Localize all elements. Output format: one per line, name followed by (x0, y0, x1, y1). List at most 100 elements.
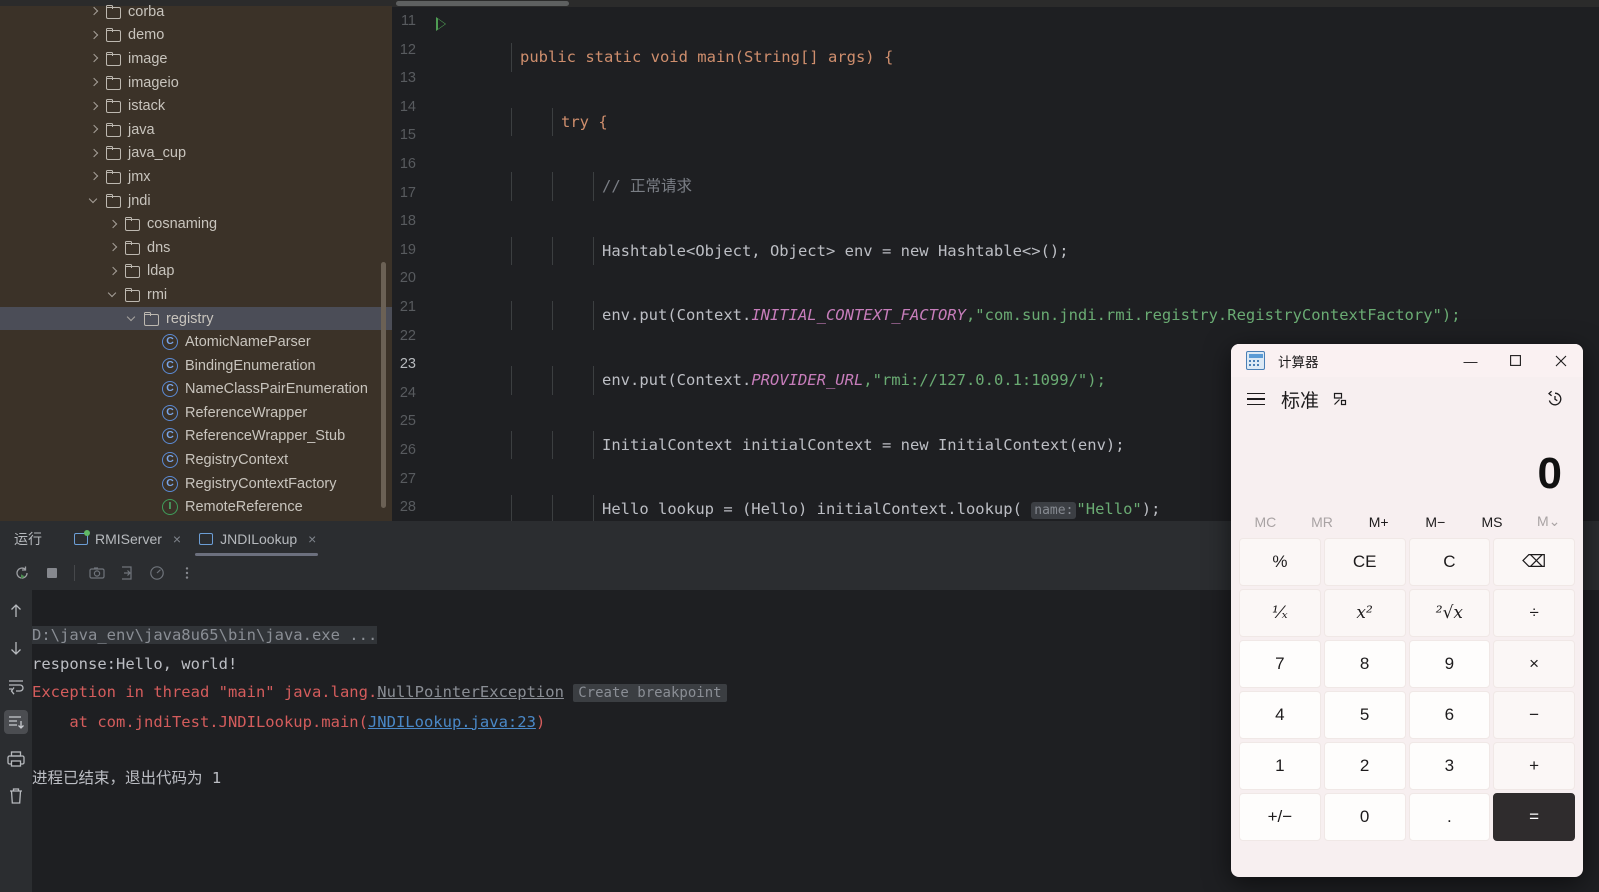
calculator-titlebar[interactable]: 计算器 — (1231, 344, 1583, 377)
tree-item-imageio[interactable]: imageio (0, 71, 392, 95)
console-side-toolbar[interactable] (0, 590, 32, 892)
chevron-right-icon[interactable] (88, 76, 101, 89)
run-gutter-icon[interactable] (436, 17, 446, 31)
calc-key-add[interactable]: + (1493, 742, 1575, 790)
calc-key-subtract[interactable]: − (1493, 691, 1575, 739)
run-tab-rmiserver[interactable]: RMIServer × (64, 521, 189, 556)
tree-item-bindingenumeration[interactable]: C BindingEnumeration (0, 354, 392, 378)
chevron-down-icon[interactable] (88, 194, 101, 207)
tree-item-referencewrapper_stub[interactable]: C ReferenceWrapper_Stub (0, 425, 392, 449)
calc-key-backspace[interactable]: ⌫ (1493, 538, 1575, 586)
memory-button-row[interactable]: MC MR M+ M− MS M⌄ (1231, 505, 1583, 538)
profiler-icon[interactable] (149, 565, 165, 581)
scroll-up-icon[interactable] (4, 599, 28, 623)
calc-key-square[interactable]: x² (1323, 589, 1406, 637)
tree-item-nameclasspairenumeration[interactable]: C NameClassPairEnumeration (0, 378, 392, 402)
chevron-right-icon[interactable] (107, 218, 120, 231)
chevron-right-icon[interactable] (107, 265, 120, 278)
calc-key-digit-1[interactable]: 1 (1239, 742, 1321, 790)
calc-key-multiply[interactable]: × (1493, 640, 1575, 688)
tree-item-dns[interactable]: dns (0, 236, 392, 260)
tree-item-istack[interactable]: istack (0, 94, 392, 118)
calc-key-digit-8[interactable]: 8 (1323, 640, 1406, 688)
hamburger-icon[interactable] (1247, 392, 1265, 406)
more-options-icon[interactable] (179, 565, 195, 581)
calc-key-clear-entry[interactable]: CE (1323, 538, 1406, 586)
scroll-to-end-icon[interactable] (4, 710, 28, 734)
tree-item-jndi[interactable]: jndi (0, 189, 392, 213)
maximize-button[interactable] (1493, 344, 1538, 377)
code-line-15[interactable]: env.put(Context.INITIAL_CONTEXT_FACTORY,… (448, 301, 1599, 330)
tree-item-registrycontext[interactable]: C RegistryContext (0, 448, 392, 472)
calc-key-equals[interactable]: = (1493, 793, 1575, 841)
code-line-11[interactable]: public static void main(String[] args) { (448, 43, 1599, 72)
chevron-down-icon[interactable] (107, 288, 120, 301)
tree-item-atomicnameparser[interactable]: C AtomicNameParser (0, 330, 392, 354)
calc-key-digit-4[interactable]: 4 (1239, 691, 1321, 739)
close-tab-icon[interactable]: × (173, 531, 181, 547)
editor-gutter[interactable]: 11 12 13 14 15 16 17 18 19 20 21 22 23 24 25 26 27 28 (392, 7, 448, 521)
close-tab-icon[interactable]: × (308, 531, 316, 547)
memory-button-m[interactable]: M− (1407, 514, 1464, 530)
chevron-right-icon[interactable] (88, 147, 101, 160)
soft-wrap-icon[interactable] (4, 673, 28, 697)
chevron-down-icon[interactable] (126, 312, 139, 325)
calc-key-digit-0[interactable]: 0 (1323, 793, 1406, 841)
keep-on-top-icon[interactable] (1332, 391, 1348, 407)
calculator-keypad[interactable]: % CE C ⌫ ¹⁄ₓ x² ²√x ÷ 7 8 9 × 4 5 6 − 1 2 3 + +/− 0. = (1231, 538, 1583, 849)
camera-icon[interactable] (89, 565, 105, 581)
chevron-right-icon[interactable] (88, 29, 101, 42)
calc-key-clear[interactable]: C (1408, 538, 1491, 586)
chevron-right-icon[interactable] (88, 170, 101, 183)
code-line-12[interactable]: try { (448, 107, 1599, 137)
tree-item-registry[interactable]: registry (0, 306, 392, 331)
run-tab-jndilookup[interactable]: JNDILookup × (189, 521, 324, 556)
create-breakpoint-badge[interactable]: Create breakpoint (573, 684, 727, 703)
project-tree-panel[interactable]: corba demo image imageio istack java java_cup j… (0, 0, 392, 521)
code-line-13[interactable]: // 正常请求 (448, 172, 1599, 201)
calc-key-digit-5[interactable]: 5 (1323, 691, 1406, 739)
tree-item-java_cup[interactable]: java_cup (0, 142, 392, 166)
tree-item-ldap[interactable]: ldap (0, 260, 392, 284)
project-tree-scrollbar[interactable] (381, 262, 386, 508)
tree-item-referencewrapper[interactable]: C ReferenceWrapper (0, 401, 392, 425)
print-icon[interactable] (4, 747, 28, 771)
scroll-down-icon[interactable] (4, 636, 28, 660)
tree-item-corba[interactable]: corba (0, 0, 392, 24)
calc-key-digit-2[interactable]: 2 (1323, 742, 1406, 790)
rerun-icon[interactable] (14, 565, 30, 581)
calc-key-digit-3[interactable]: 3 (1408, 742, 1491, 790)
chevron-right-icon[interactable] (107, 241, 120, 254)
editor-horizontal-scrollbar[interactable] (392, 0, 1599, 7)
trash-icon[interactable] (4, 784, 28, 808)
calculator-subbar[interactable]: 标准 (1231, 377, 1583, 421)
tree-item-java[interactable]: java (0, 118, 392, 142)
calc-key-percent[interactable]: % (1239, 538, 1321, 586)
close-button[interactable] (1538, 344, 1583, 377)
memory-button-m+[interactable]: M+ (1350, 514, 1407, 530)
calc-key-decimal-point[interactable]: . (1408, 793, 1491, 841)
calculator-window[interactable]: 计算器 — 标准 0 MC MR M+ M− MS M⌄ % CE C ⌫ ¹⁄ₓ x² ²√x ÷ 7 8… (1231, 344, 1583, 877)
tree-item-image[interactable]: image (0, 47, 392, 71)
chevron-right-icon[interactable] (88, 100, 101, 113)
calc-key-digit-6[interactable]: 6 (1408, 691, 1491, 739)
calc-key-divide[interactable]: ÷ (1493, 589, 1575, 637)
minimize-button[interactable]: — (1448, 344, 1493, 377)
code-line-14[interactable]: Hashtable<Object, Object> env = new Hash… (448, 236, 1599, 266)
tree-item-demo[interactable]: demo (0, 24, 392, 48)
editor-scrollbar-thumb[interactable] (396, 1, 569, 6)
stacktrace-link[interactable]: JNDILookup.java:23 (368, 713, 536, 731)
memory-button-ms[interactable]: MS (1464, 514, 1521, 530)
tree-item-rmi[interactable]: rmi (0, 283, 392, 307)
tree-item-registrycontextfactory[interactable]: C RegistryContextFactory (0, 472, 392, 496)
calc-key-square-root[interactable]: ²√x (1408, 589, 1491, 637)
tree-item-remotereference[interactable]: I RemoteReference (0, 495, 392, 519)
tree-item-jmx[interactable]: jmx (0, 165, 392, 189)
export-icon[interactable] (119, 565, 135, 581)
chevron-right-icon[interactable] (88, 5, 101, 18)
tree-row-list[interactable]: corba demo image imageio istack java java_cup j… (0, 0, 392, 519)
chevron-right-icon[interactable] (88, 123, 101, 136)
history-icon[interactable] (1545, 389, 1565, 409)
chevron-right-icon[interactable] (88, 52, 101, 65)
calc-key-digit-9[interactable]: 9 (1408, 640, 1491, 688)
